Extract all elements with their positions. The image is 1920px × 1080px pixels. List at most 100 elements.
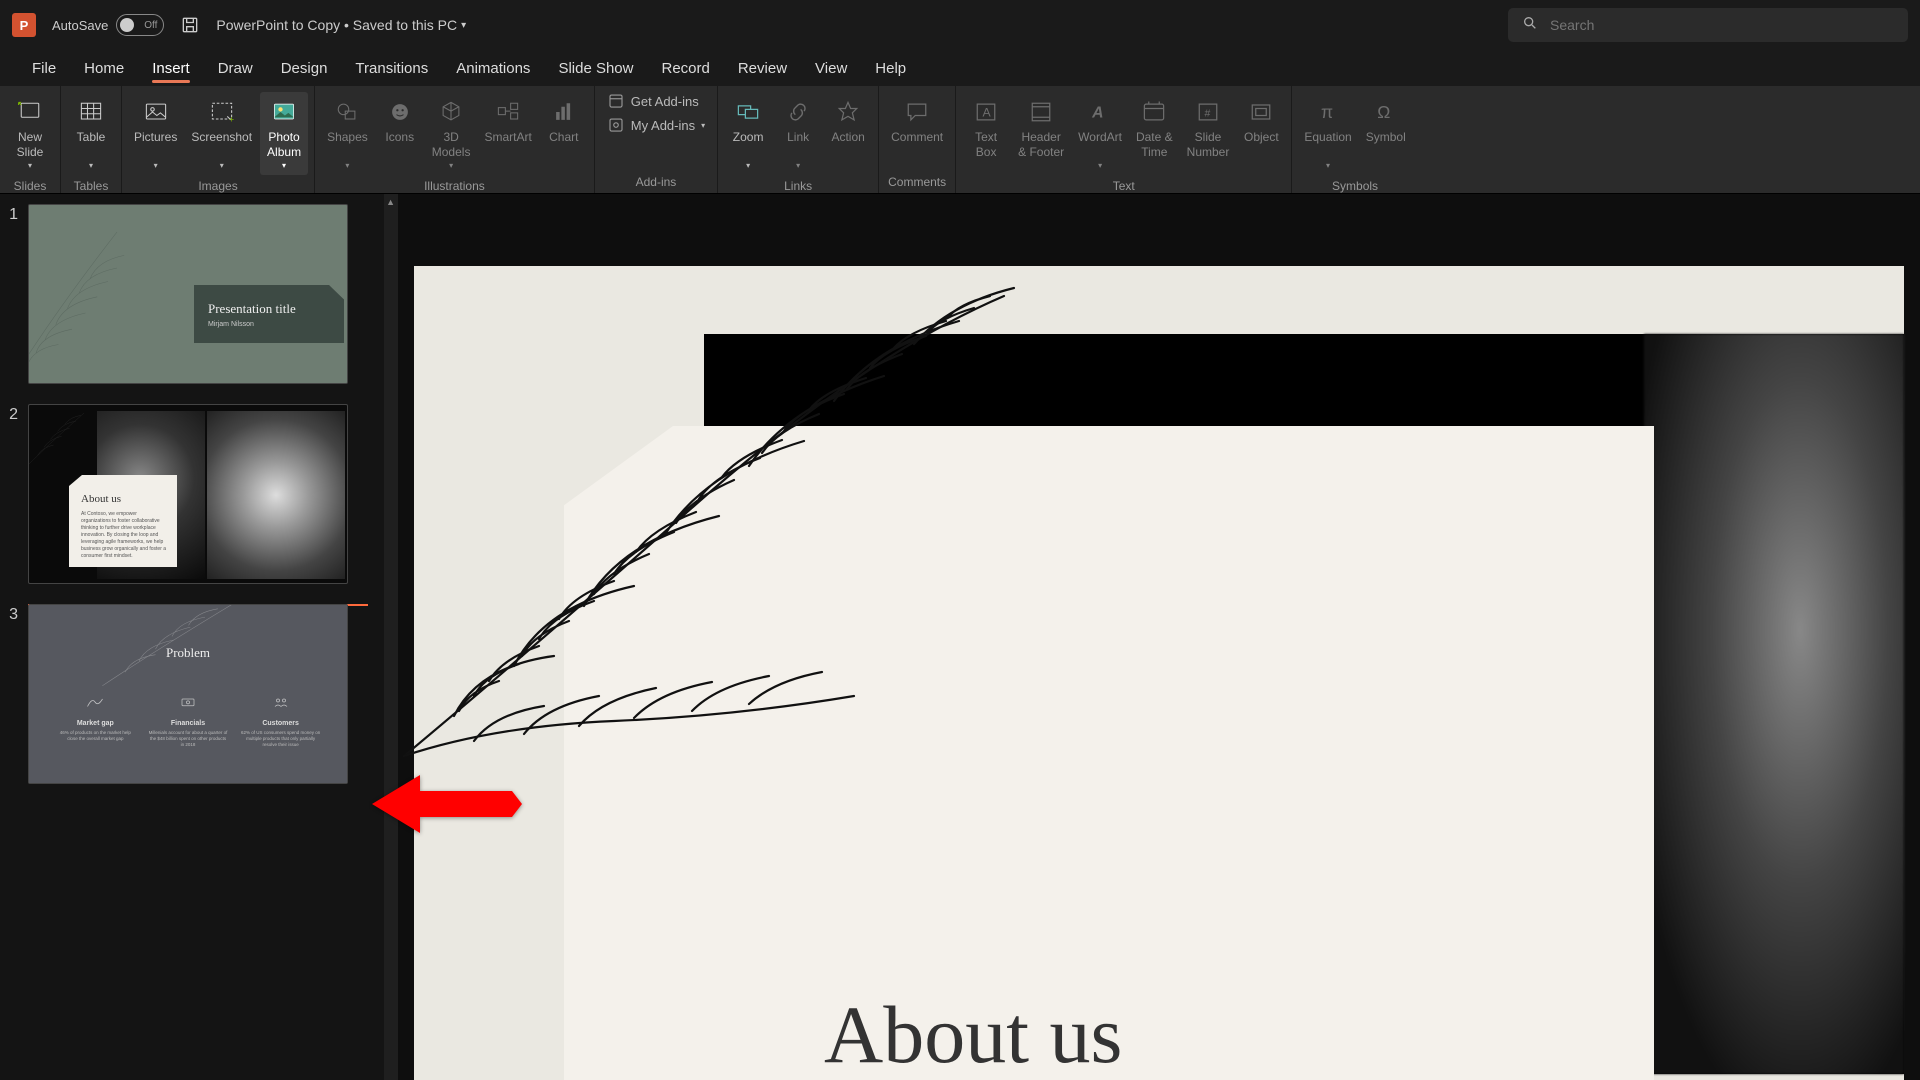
chevron-down-icon: ▾ xyxy=(345,161,349,171)
chevron-down-icon: ▾ xyxy=(449,161,453,171)
chevron-down-icon: ▾ xyxy=(1098,161,1102,171)
3d-models-icon xyxy=(435,96,467,128)
slide2-body: At Contoso, we empower organizations to … xyxy=(81,511,167,560)
action-icon xyxy=(832,96,864,128)
tab-animations[interactable]: Animations xyxy=(442,54,544,83)
autosave-group: AutoSave Off xyxy=(52,14,164,36)
thumbnail-slide-3[interactable]: Problem Market gap 46% of products on th… xyxy=(28,604,348,784)
zoom-icon xyxy=(732,96,764,128)
customers-icon xyxy=(272,695,290,709)
slide1-title: Presentation title xyxy=(208,301,344,317)
get-addins-button[interactable]: Get Add-ins xyxy=(607,92,705,110)
fern-illustration xyxy=(28,204,189,384)
ribbon-tabs: File Home Insert Draw Design Transitions… xyxy=(0,50,1920,86)
chart-icon xyxy=(548,96,580,128)
tab-insert[interactable]: Insert xyxy=(138,54,204,83)
slide3-col-3: Customers 62% of US consumers spend mone… xyxy=(241,695,321,748)
powerpoint-app-icon: P xyxy=(12,13,36,37)
wordart-icon: A xyxy=(1084,96,1116,128)
action-button[interactable]: Action xyxy=(824,92,872,149)
pictures-icon xyxy=(140,96,172,128)
header-footer-icon xyxy=(1025,96,1057,128)
new-slide-button[interactable]: New Slide▾ xyxy=(6,92,54,175)
slide-editor-canvas[interactable]: About us xyxy=(398,194,1920,1080)
svg-text:#: # xyxy=(1205,107,1211,119)
fern-illustration xyxy=(398,236,1084,776)
chevron-down-icon: ▾ xyxy=(746,161,750,171)
date-time-button[interactable]: Date & Time xyxy=(1130,92,1179,164)
tab-review[interactable]: Review xyxy=(724,54,801,83)
equation-button[interactable]: πEquation▾ xyxy=(1298,92,1357,175)
slide3-col-2: Financials Millenials account for about … xyxy=(148,695,228,748)
autosave-label: AutoSave xyxy=(52,18,108,33)
ribbon-group-images: Pictures▾ + Screenshot▾ Photo Album ▾ Im… xyxy=(122,86,315,193)
slide-title-text[interactable]: About us xyxy=(824,988,1122,1080)
chevron-down-icon: ▾ xyxy=(701,121,705,130)
ribbon-group-addins: Get Add-ins My Add-ins ▾ Add-ins xyxy=(595,86,718,193)
tab-draw[interactable]: Draw xyxy=(204,54,267,83)
thumbnail-row: 2 About us At Contoso, we empower organi… xyxy=(2,404,392,584)
shapes-button[interactable]: Shapes▾ xyxy=(321,92,374,175)
icons-button[interactable]: Icons xyxy=(376,92,424,149)
svg-text:A: A xyxy=(983,105,992,119)
object-button[interactable]: Object xyxy=(1237,92,1285,149)
photo-album-button[interactable]: Photo Album ▾ xyxy=(260,92,308,175)
autosave-toggle[interactable]: Off xyxy=(116,14,164,36)
svg-text:+: + xyxy=(229,115,234,125)
tab-view[interactable]: View xyxy=(801,54,861,83)
screenshot-button[interactable]: + Screenshot▾ xyxy=(185,92,258,175)
tab-slide-show[interactable]: Slide Show xyxy=(544,54,647,83)
slide1-subtitle: Mirjam Nilsson xyxy=(208,321,344,328)
ribbon: New Slide▾ Slides Table▾ Tables Pictures… xyxy=(0,86,1920,194)
search-box[interactable] xyxy=(1508,8,1908,42)
slide-number: 3 xyxy=(2,604,18,784)
current-slide[interactable]: About us xyxy=(414,266,1904,1080)
svg-text:Ω: Ω xyxy=(1377,102,1390,122)
ribbon-group-slides: New Slide▾ Slides xyxy=(0,86,61,193)
equation-icon: π xyxy=(1312,96,1344,128)
search-icon xyxy=(1522,15,1538,36)
chart-button[interactable]: Chart xyxy=(540,92,588,149)
thumbnail-row: 3 Problem Market gap 46% of products on … xyxy=(2,604,392,784)
shapes-icon xyxy=(331,96,363,128)
slide-number-button[interactable]: #Slide Number xyxy=(1181,92,1236,164)
search-input[interactable] xyxy=(1550,17,1894,33)
ribbon-group-label: Add-ins xyxy=(597,173,715,193)
autosave-state-text: Off xyxy=(144,20,157,31)
slide-photo-right xyxy=(1644,334,1904,1074)
zoom-button[interactable]: Zoom▾ xyxy=(724,92,772,175)
slide-number: 2 xyxy=(2,404,18,584)
save-icon[interactable] xyxy=(180,15,200,35)
slide3-col-1: Market gap 46% of products on the market… xyxy=(55,695,135,748)
header-footer-button[interactable]: Header & Footer xyxy=(1012,92,1070,164)
text-box-icon: A xyxy=(970,96,1002,128)
tab-transitions[interactable]: Transitions xyxy=(341,54,442,83)
symbol-button[interactable]: ΩSymbol xyxy=(1360,92,1412,149)
chevron-down-icon: ▾ xyxy=(28,161,32,171)
text-box-button[interactable]: AText Box xyxy=(962,92,1010,164)
symbol-icon: Ω xyxy=(1370,96,1402,128)
3d-models-button[interactable]: 3D Models ▾ xyxy=(426,92,477,175)
pictures-button[interactable]: Pictures▾ xyxy=(128,92,183,175)
annotation-arrow xyxy=(372,769,522,839)
slide2-image-right xyxy=(207,411,345,579)
slide-number-icon: # xyxy=(1192,96,1224,128)
link-button[interactable]: Link▾ xyxy=(774,92,822,175)
slide-thumbnail-panel[interactable]: ▲ 1 Presentation title Mirjam Nilsson 2 … xyxy=(0,194,398,1080)
smartart-button[interactable]: SmartArt xyxy=(478,92,537,149)
tab-file[interactable]: File xyxy=(18,54,70,83)
thumbnail-slide-2[interactable]: About us At Contoso, we empower organiza… xyxy=(28,404,348,584)
tab-design[interactable]: Design xyxy=(267,54,342,83)
tab-help[interactable]: Help xyxy=(861,54,920,83)
thumbnail-slide-1[interactable]: Presentation title Mirjam Nilsson xyxy=(28,204,348,384)
svg-text:A: A xyxy=(1091,104,1103,121)
slide-number: 1 xyxy=(2,204,18,384)
wordart-button[interactable]: AWordArt▾ xyxy=(1072,92,1128,175)
tab-home[interactable]: Home xyxy=(70,54,138,83)
my-addins-button[interactable]: My Add-ins ▾ xyxy=(607,116,705,134)
document-title[interactable]: PowerPoint to Copy • Saved to this PC ▾ xyxy=(216,17,466,33)
tab-record[interactable]: Record xyxy=(647,54,723,83)
chevron-down-icon: ▾ xyxy=(89,161,93,171)
table-button[interactable]: Table▾ xyxy=(67,92,115,175)
comment-button[interactable]: Comment xyxy=(885,92,949,149)
